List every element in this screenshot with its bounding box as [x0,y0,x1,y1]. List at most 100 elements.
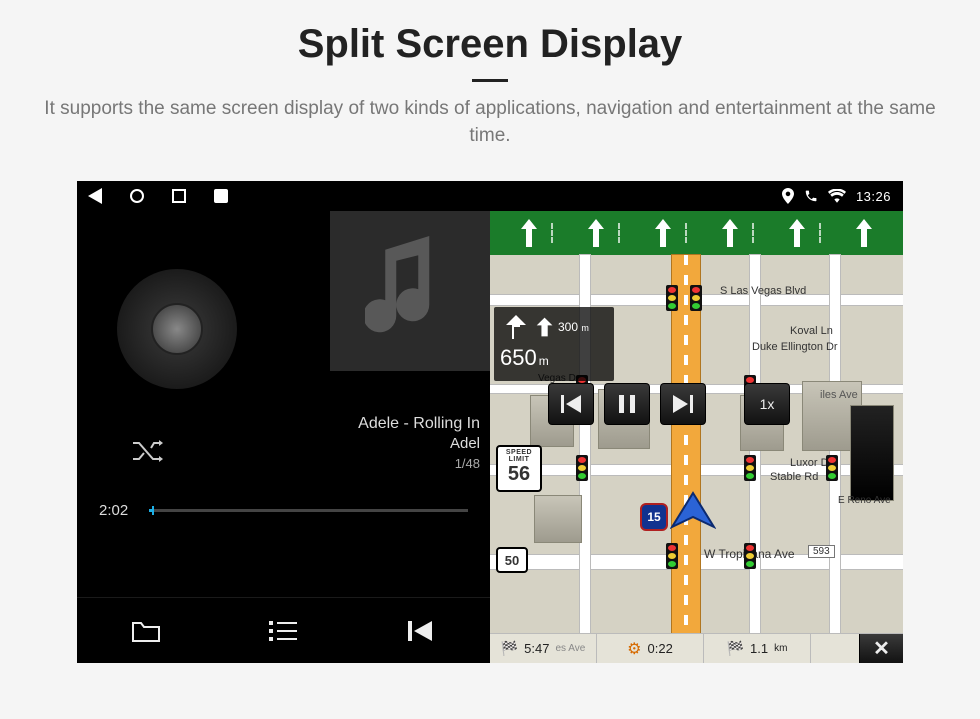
spacer [811,634,859,663]
distance-value: 1.1 [750,641,768,656]
eta-suffix: es Ave [555,643,585,654]
music-pane: Adele - Rolling In Adel 1/48 2:02 [77,211,490,663]
close-icon: ✕ [873,636,890,661]
previous-icon [408,619,434,643]
main-turn-distance: 650 [500,345,537,370]
shuffle-button[interactable] [131,438,165,469]
music-controls [77,597,490,663]
track-index: 1/48 [358,456,480,471]
gear-icon: ⚙ [627,639,641,659]
address-number: 593 [808,545,835,558]
progress-bar[interactable] [149,509,468,512]
traffic-light-icon [744,543,756,569]
vehicle-indicator [670,491,716,536]
speed-limit-sign: SPEED LIMIT 56 [496,445,542,492]
list-icon [269,621,297,641]
street-label: S Las Vegas Blvd [720,285,806,297]
next-turn-distance: 300 [558,320,578,334]
duration-segment[interactable]: ⚙ 0:22 [597,634,704,663]
browse-button[interactable] [106,619,186,643]
music-note-tile [330,211,490,371]
next-icon [673,395,693,413]
map-pause-button[interactable] [604,383,650,425]
title-divider [472,79,508,82]
clock-time: 13:26 [856,189,891,204]
phone-icon [804,189,818,203]
lane-arrow-icon [718,217,742,249]
lane-arrow-icon [517,217,541,249]
street-label: Duke Ellington Dr [752,341,838,353]
navigation-pane: S Las Vegas Blvd Koval Ln Duke Ellington… [490,211,903,663]
back-icon [88,188,102,204]
distance-segment[interactable]: 🏁 1.1 km [704,634,811,663]
previous-button[interactable] [381,619,461,643]
map-next-button[interactable] [660,383,706,425]
route-highlight [672,255,700,633]
speed-limit-value: 56 [498,463,540,486]
map-media-controls: 1x [548,383,790,425]
traffic-light-icon [666,543,678,569]
recents-icon [172,189,186,203]
traffic-light-icon [744,455,756,481]
lane-arrow-icon [785,217,809,249]
progress-cursor [152,506,154,515]
main-turn-unit: m [539,354,549,368]
flag-icon: 🏁 [501,640,518,657]
street-label: Koval Ln [790,325,833,337]
traffic-light-icon [666,285,678,311]
recents-button[interactable] [169,186,189,206]
next-turn-unit: m [581,323,589,333]
location-icon [782,188,794,204]
device-frame: 13:26 [77,181,903,663]
close-nav-button[interactable]: ✕ [859,634,903,663]
street-label: Stable Rd [770,471,818,483]
previous-icon [561,395,581,413]
distance-unit: km [774,643,787,654]
traffic-light-icon [826,455,838,481]
folder-icon [131,619,161,643]
eta-value: 5:47 [524,641,549,656]
street-label: E Reno Ave [838,495,891,506]
music-note-icon [365,236,455,346]
home-icon [130,189,144,203]
overlay-street-fragment: iles Ave [820,389,858,401]
track-metadata: Adele - Rolling In Adel 1/48 [358,415,480,471]
album-disc[interactable] [117,269,237,389]
turn-right-icon [532,316,554,338]
track-artist: Adel [358,435,480,452]
track-title: Adele - Rolling In [358,415,480,433]
lane-arrow-icon [651,217,675,249]
speed-limit-label: SPEED LIMIT [498,449,540,463]
home-button[interactable] [127,186,147,206]
map-speed-button[interactable]: 1x [744,383,790,425]
route-sign: 50 [496,547,528,573]
pause-icon [619,395,635,413]
playlist-button[interactable] [243,621,323,641]
elapsed-time: 2:02 [99,502,139,519]
traffic-light-icon [576,455,588,481]
wifi-icon [828,189,846,203]
lane-arrow-icon [584,217,608,249]
turn-left-icon [500,313,528,341]
turn-panel: 300 m 650m [494,307,614,381]
lane-arrow-icon [852,217,876,249]
traffic-light-icon [690,285,702,311]
map-canvas[interactable]: S Las Vegas Blvd Koval Ln Duke Ellington… [490,255,903,633]
nav-bottom-bar: 🏁 5:47 es Ave ⚙ 0:22 🏁 1.1 km ✕ [490,633,903,663]
page-subtitle: It supports the same screen display of t… [40,96,940,149]
flag-icon: 🏁 [727,640,744,657]
eta-segment[interactable]: 🏁 5:47 es Ave [490,634,597,663]
status-bar: 13:26 [77,181,903,211]
notification-icon [211,186,231,206]
page-title: Split Screen Display [40,22,940,67]
building [534,495,582,543]
back-button[interactable] [85,186,105,206]
disc-center [151,303,203,355]
building [850,405,894,501]
speed-multiplier-label: 1x [760,396,775,412]
shuffle-icon [131,438,165,464]
duration-value: 0:22 [648,641,673,656]
highway-sign: 15 [640,503,668,531]
lane-guidance-bar [490,211,903,255]
map-prev-button[interactable] [548,383,594,425]
